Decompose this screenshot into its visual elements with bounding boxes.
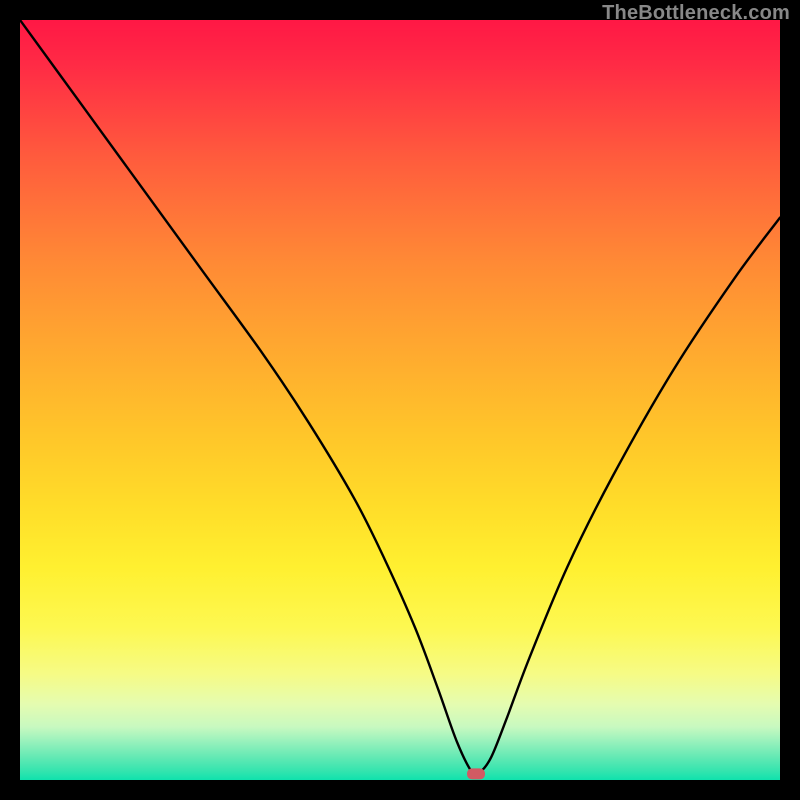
chart-frame: TheBottleneck.com [0, 0, 800, 800]
plot-area [20, 20, 780, 780]
watermark-text: TheBottleneck.com [602, 2, 790, 25]
marker-dot [467, 768, 485, 779]
curve-layer [20, 20, 780, 780]
bottleneck-curve [20, 20, 780, 775]
